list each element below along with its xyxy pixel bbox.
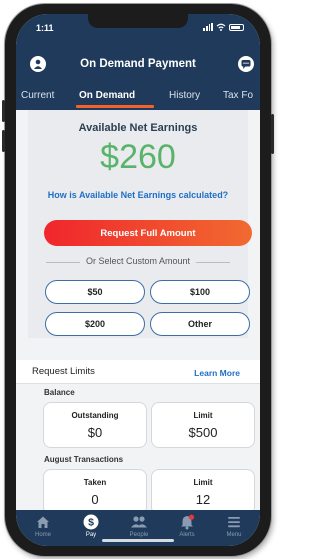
amount-button-other[interactable]: Other [150, 312, 250, 336]
tab-history[interactable]: History [169, 90, 200, 101]
tab-tax-forms[interactable]: Tax Fo [223, 90, 253, 101]
tab-current[interactable]: Current [21, 90, 54, 101]
power-button [271, 114, 274, 154]
signal-icon [203, 23, 213, 31]
outstanding-value: $0 [87, 425, 103, 440]
outstanding-label: Outstanding [71, 411, 119, 420]
nav-pay[interactable]: $ Pay [69, 514, 113, 538]
home-icon [37, 516, 49, 528]
request-full-amount-button[interactable]: Request Full Amount [44, 220, 252, 246]
nav-people-label: People [129, 532, 149, 538]
nav-pay-label: Pay [85, 532, 97, 538]
wifi-icon [216, 23, 226, 31]
transactions-limit-value: 12 [195, 492, 211, 507]
status-time: 1:11 [36, 23, 54, 33]
title-row: On Demand Payment [16, 54, 260, 76]
nav-people[interactable]: People [117, 514, 161, 538]
volume-down-button [2, 130, 5, 152]
tab-bar: Current On Demand History Tax Fo [16, 86, 260, 110]
people-icon [131, 516, 147, 528]
volume-up-button [2, 100, 5, 122]
balance-limit-card: Limit $500 [151, 402, 255, 448]
nav-home[interactable]: Home [21, 514, 65, 538]
amount-button-50[interactable]: $50 [45, 280, 145, 304]
divider-line-right [196, 262, 230, 263]
status-bar: 1:11 [16, 22, 260, 36]
status-icons [203, 23, 244, 31]
amount-button-200[interactable]: $200 [45, 312, 145, 336]
menu-icon [228, 517, 240, 528]
available-net-earnings-label: Available Net Earnings [78, 122, 198, 134]
earnings-calculation-link[interactable]: How is Available Net Earnings calculated… [22, 190, 254, 200]
app-screen: 1:11 On Demand Payment Current On Demand… [16, 14, 260, 546]
learn-more-link[interactable]: Learn More [194, 368, 240, 378]
available-net-earnings-value: $260 [100, 138, 176, 176]
request-limits-title: Request Limits [32, 366, 95, 377]
phone-frame: 1:11 On Demand Payment Current On Demand… [2, 4, 274, 556]
outstanding-balance-card: Outstanding $0 [43, 402, 147, 448]
request-limits-header: Request Limits Learn More [16, 360, 260, 384]
svg-text:$: $ [88, 517, 94, 529]
nav-alerts-label: Alerts [179, 532, 195, 538]
chat-icon[interactable] [238, 56, 254, 72]
transactions-taken-card: Taken 0 [43, 469, 147, 515]
battery-icon [229, 23, 244, 31]
nav-home-label: Home [34, 532, 51, 538]
nav-alerts[interactable]: Alerts [165, 514, 209, 538]
custom-amount-divider: Or Select Custom Amount [16, 256, 260, 268]
amount-button-100[interactable]: $100 [150, 280, 250, 304]
custom-amount-label: Or Select Custom Amount [85, 256, 191, 266]
app-header: 1:11 On Demand Payment Current On Demand… [16, 14, 260, 110]
bell-icon [181, 514, 195, 530]
balance-label: Balance [44, 388, 75, 397]
transactions-label: August Transactions [44, 455, 124, 464]
home-indicator [102, 539, 174, 542]
transactions-limit-card: Limit 12 [151, 469, 255, 515]
taken-label: Taken [83, 478, 107, 487]
tab-on-demand[interactable]: On Demand [79, 90, 135, 101]
nav-menu-label: Menu [226, 532, 242, 538]
active-tab-indicator [76, 105, 154, 108]
balance-limit-label: Limit [193, 411, 213, 420]
transactions-limit-label: Limit [193, 478, 213, 487]
page-title: On Demand Payment [80, 58, 196, 70]
nav-menu[interactable]: Menu [212, 514, 256, 538]
taken-value: 0 [91, 492, 99, 507]
balance-limit-value: $500 [188, 425, 218, 440]
pay-icon: $ [83, 514, 99, 530]
